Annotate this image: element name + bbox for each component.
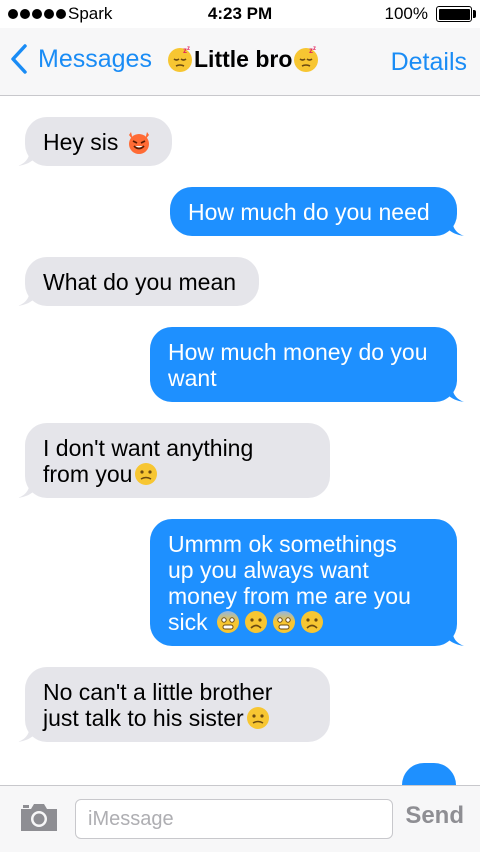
message-text: Ummm ok somethings — [168, 530, 397, 557]
outgoing-message[interactable]: How much money do you want — [150, 327, 464, 402]
outgoing-message[interactable]: How much do you need — [170, 187, 464, 236]
compose-bar: Send — [0, 785, 480, 852]
message-text: I don't want anything — [43, 434, 254, 461]
battery-percentage: 100% — [384, 4, 428, 23]
message-text: money from me are you — [168, 582, 411, 609]
bubble-tail — [18, 478, 40, 498]
message-text: want — [168, 364, 217, 391]
message-text: What do you mean — [43, 268, 237, 295]
message-text: How much money do you — [168, 338, 428, 365]
back-label: Messages — [38, 44, 152, 73]
sleepy-face-emoji: z z — [294, 46, 319, 72]
message-text: How much do you need — [188, 198, 430, 225]
incoming-message[interactable]: What do you mean — [18, 257, 259, 306]
confused-face-emoji — [246, 706, 269, 729]
bubble-tail — [442, 626, 464, 646]
incoming-message[interactable]: I don't want anything from you — [18, 423, 330, 498]
confused-face-emoji — [135, 462, 158, 485]
bubble-tail — [18, 286, 40, 306]
message-text: Hey sis — [43, 128, 119, 155]
bubble-tail — [18, 146, 40, 166]
navigation-bar: Messages z z Little bro z z Details — [0, 28, 480, 96]
fearful-face-emoji — [272, 610, 295, 633]
message-text: up you always want — [168, 556, 369, 583]
incoming-message[interactable]: No can't a little brother just talk to h… — [18, 667, 330, 742]
sleepy-face-emoji: z z — [168, 46, 192, 72]
status-bar: Spark 4:23 PM 100% — [0, 0, 480, 28]
bubble-tail — [442, 382, 464, 402]
chevron-left-icon — [11, 44, 27, 74]
battery-icon — [436, 6, 472, 22]
title-text: Little bro — [194, 45, 293, 72]
worried-face-emoji — [300, 610, 323, 633]
svg-text:z: z — [187, 46, 190, 52]
incoming-message[interactable]: Hey sis — [18, 117, 172, 166]
conversation-title[interactable]: z z Little bro z z — [166, 45, 320, 73]
message-text: sick — [168, 608, 208, 635]
bubble-tail — [442, 216, 464, 236]
fearful-face-emoji — [216, 610, 239, 633]
message-text: from you — [43, 460, 133, 487]
message-thread[interactable]: Hey sis How much do you need What do you… — [0, 97, 480, 785]
send-button[interactable]: Send — [405, 802, 464, 830]
imessage-input[interactable] — [75, 799, 393, 839]
outgoing-message[interactable]: Ummm ok somethings up you always want mo… — [150, 519, 464, 646]
battery-tip — [473, 10, 476, 18]
message-text: just talk to his sister — [43, 704, 244, 731]
camera-icon[interactable] — [18, 801, 60, 833]
details-button[interactable]: Details — [391, 48, 467, 77]
bubble-tail — [18, 722, 40, 742]
back-button[interactable]: Messages — [10, 44, 152, 74]
outgoing-message-partial[interactable] — [402, 763, 456, 785]
smiling-devil-emoji — [129, 131, 150, 154]
message-text: No can't a little brother — [43, 678, 273, 705]
svg-text:z: z — [313, 46, 316, 52]
worried-face-emoji — [244, 610, 267, 633]
